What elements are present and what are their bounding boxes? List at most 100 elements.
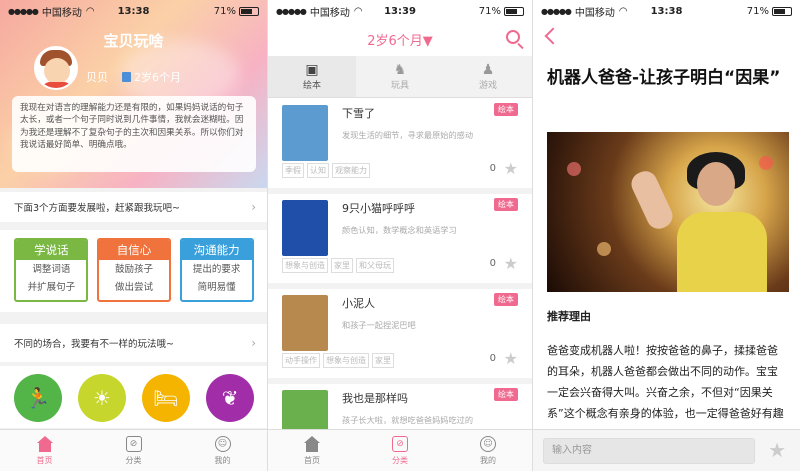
book-title: 我也是那样吗 [342,392,408,405]
battery-percent: 71% [746,5,769,17]
book-title: 下雪了 [342,107,375,120]
page-title: 宝贝玩啥 [103,32,164,50]
scenario-row[interactable]: 不同的场合，我要有不一样的玩法哦~ › [0,324,267,362]
book-title: 9只小猫呼呼呼 [342,202,415,215]
book-tags: 动手操作 想象与创造 家里 [282,353,394,368]
carrier-label: 中国移动 [41,7,82,19]
tab-me-label: 我的 [214,456,231,465]
scenario-buttons: 🏃 ☀ 🛏 ❦ [0,366,267,428]
tab-category[interactable]: ⊘ 分类 [104,430,164,471]
clock: 13:38 [117,5,150,17]
book-item[interactable]: 小泥人 和孩子一起捏泥巴吧 绘本 动手操作 想象与创造 家里 0 ★ [268,289,532,384]
article-title: 机器人爸爸-让孩子明白“因果” [547,68,781,88]
book-subtitle: 和孩子一起捏泥巴吧 [342,320,416,330]
avatar[interactable] [34,46,78,90]
book-cover [282,200,328,256]
chess-pawn-icon: ♟ [481,62,495,78]
book-subtitle: 孩子长大啦，就想吃爸爸妈妈吃过的 [342,415,474,425]
development-row[interactable]: 下面3个方面要发展啦，赶紧跟我玩吧~ › [0,192,267,222]
clock: 13:39 [384,5,416,17]
status-bar: ●●●●● 中国移动 ◠ 13:39 71% [268,0,532,22]
favorite-count: 0 [489,258,496,269]
skill-line: 调整词语 [32,264,71,275]
baby-age-label: 2岁6个月 [134,71,181,84]
battery-icon [772,6,792,16]
tab-category[interactable]: ⊘ 分类 [370,430,430,471]
star-icon[interactable]: ★ [768,438,786,462]
skill-card-speaking[interactable]: 学说话 调整词语 并扩展句子 [14,238,89,302]
tab-category-label: 分类 [125,456,142,465]
sun-icon[interactable]: ☀ [78,374,126,422]
star-icon[interactable]: ★ [504,159,518,178]
wifi-icon: ◠ [618,5,628,17]
star-icon[interactable]: ★ [504,254,518,273]
book-tag: 认知 [307,163,329,178]
book-cover [282,105,328,161]
skills-panel: 学说话 调整词语 并扩展句子 自信心 鼓励孩子 做出尝试 沟通能力 提出的要求 简明易懂 [0,230,267,312]
skill-line: 简明易懂 [197,282,236,293]
detail-screen: ●●●●● 中国移动 ◠ 13:38 71% 机器人爸爸-让孩子明白“因果” 推荐理… [533,0,800,471]
nav-bar [533,22,800,56]
tab-me-label: 我的 [480,456,496,465]
reason-heading: 推荐理由 [547,310,591,323]
comment-input[interactable]: 输入内容 [543,438,755,464]
status-bar: ●●●●● 中国移动 ◠ 13:38 71% [533,0,800,22]
book-cover [282,295,328,351]
tab-games[interactable]: ♟ 游戏 [444,56,532,97]
book-badge: 绘本 [494,293,518,306]
book-subtitle: 颜色认知，数学概念和英语学习 [342,225,457,235]
tab-me[interactable]: ☺ 我的 [193,430,253,471]
skill-line: 鼓励孩子 [114,264,153,275]
battery-icon [504,6,524,16]
tab-picture-books[interactable]: ▣ 绘本 [268,56,356,97]
back-icon[interactable] [544,27,562,45]
search-icon[interactable] [506,30,520,44]
user-icon: ☺ [480,436,496,452]
tab-home[interactable]: 首页 [282,430,342,471]
chevron-right-icon: › [251,200,256,214]
compass-icon: ⊘ [125,436,142,452]
chevron-right-icon: › [251,336,256,350]
baby-age: 2岁6个月 [122,69,181,85]
user-icon: ☺ [214,436,231,452]
tab-home[interactable]: 首页 [15,430,75,471]
book-item[interactable]: 下雪了发现生活的细节，寻求最原始的感动 绘本季假 认知 观察能力 0 ★ [268,99,532,194]
battery-percent: 71% [213,5,236,17]
book-item[interactable]: 9只小猫呼呼呼 颜色认知，数学概念和英语学习 绘本 想象与创造 家里 和父母玩 0 ★ [268,194,532,289]
development-row-label: 下面3个方面要发展啦，赶紧跟我玩吧~ [14,203,181,214]
book-tag: 想象与创造 [282,258,328,273]
tab-me[interactable]: ☺ 我的 [458,430,518,471]
bed-icon[interactable]: 🛏 [142,374,190,422]
scenario-row-label: 不同的场合，我要有不一样的玩法哦~ [14,339,174,350]
home-screen: ●●●●● 中国移动 ◠ 13:38 71% 宝贝玩啥 贝贝 2岁6个月 我现在对语… [0,0,268,471]
baby-name: 贝贝 [86,71,108,84]
running-icon[interactable]: 🏃 [14,374,62,422]
skill-card-communication[interactable]: 沟通能力提出的要求简明易懂 [179,238,254,302]
nav-bar: 2岁6个月▼ [268,22,532,56]
tab-label: 绘本 [302,81,321,91]
development-description: 我现在对语言的理解能力还是有限的，如果妈妈说话的句子太长，或者一个句子同时说到几… [12,96,256,172]
comment-bar: 输入内容 ★ [533,429,800,471]
book-tag: 季假 [282,163,304,178]
skill-line: 提出的要求 [192,264,241,275]
favorite-count: 0 [489,163,496,174]
age-selector[interactable]: 2岁6个月▼ [367,30,433,49]
book-tag: 家里 [372,353,394,368]
book-title: 小泥人 [342,297,375,310]
book-subtitle: 发现生活的细节，寻求最原始的感动 [342,130,474,140]
battery-percent: 71% [478,5,501,17]
book-tags: 季假 认知 观察能力 [282,163,370,178]
star-icon[interactable]: ★ [504,349,518,368]
skill-title: 沟通能力 [181,240,252,260]
skill-card-confidence[interactable]: 自信心 鼓励孩子 做出尝试 [96,238,171,302]
leaf-icon[interactable]: ❦ [206,374,254,422]
tab-label: 游戏 [478,81,497,91]
tab-toys[interactable]: ♞ 玩具 [356,56,444,97]
chess-knight-icon: ♞ [393,62,407,78]
book-badge: 绘本 [494,103,518,116]
tab-bar: 首页 ⊘ 分类 ☺ 我的 [0,429,267,471]
skill-title: 学说话 [16,240,87,260]
category-tabs: ▣ 绘本 ♞ 玩具 ♟ 游戏 [268,56,532,98]
category-screen: ●●●●● 中国移动 ◠ 13:39 71% 2岁6个月▼ ▣ 绘本 ♞ 玩具 ♟ 游戏 … [268,0,533,471]
book-badge: 绘本 [494,198,518,211]
